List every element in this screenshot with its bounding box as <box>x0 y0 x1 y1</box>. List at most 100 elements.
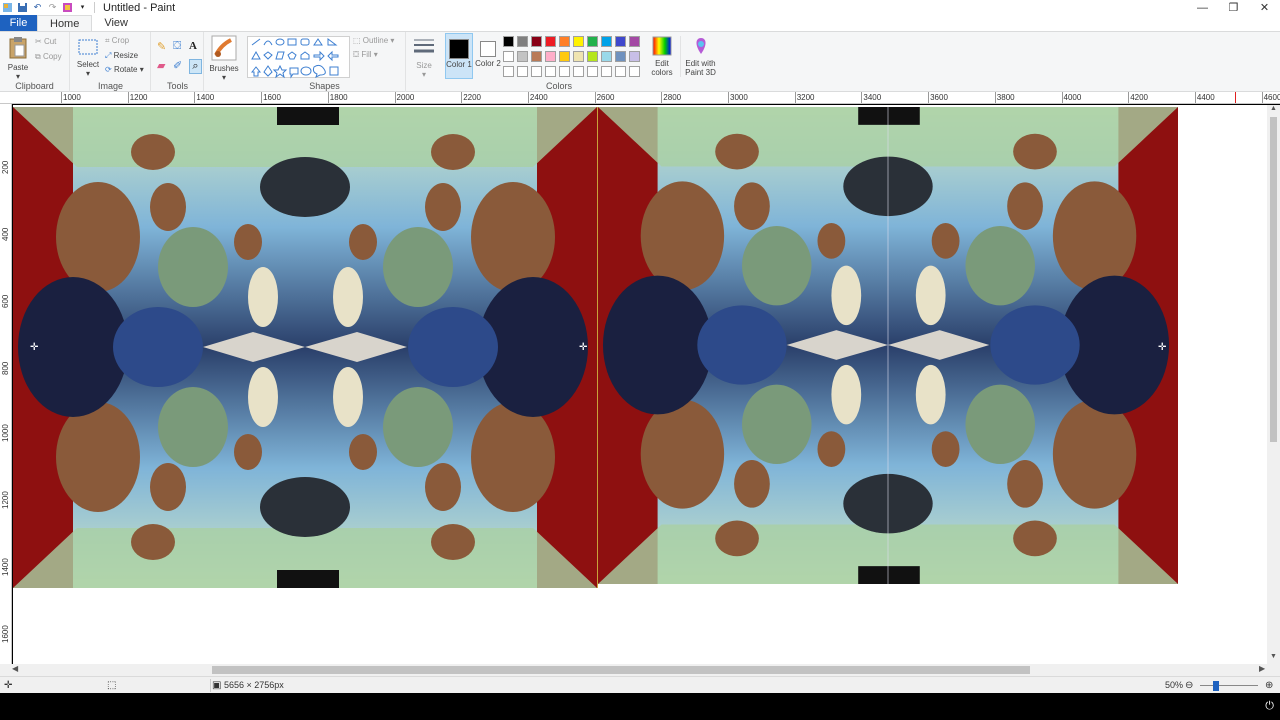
save-icon[interactable] <box>17 2 28 13</box>
palette-swatch[interactable] <box>531 36 542 47</box>
rotate-button[interactable]: ⟳ Rotate ▾ <box>105 65 144 74</box>
color1-button[interactable]: Color 1 <box>445 33 473 79</box>
horizontal-scroll-thumb[interactable] <box>212 666 1030 674</box>
eraser-icon[interactable]: ▰ <box>157 59 171 74</box>
palette-swatch[interactable] <box>587 36 598 47</box>
text-icon[interactable]: A <box>189 40 203 53</box>
edit-colors-button[interactable]: Edit colors <box>650 36 674 77</box>
ruler-tick-label: 1400 <box>1 558 10 576</box>
size-button[interactable]: Size ▾ <box>407 36 441 80</box>
paste-button[interactable]: Paste ▾ <box>4 36 32 81</box>
palette-swatch[interactable] <box>587 51 598 62</box>
scroll-left-icon[interactable]: ◀ <box>12 664 18 673</box>
resize-handle-left[interactable]: ✛ <box>30 342 38 353</box>
palette-swatch[interactable] <box>629 66 640 77</box>
palette-swatch[interactable] <box>517 66 528 77</box>
ruler-tick <box>928 92 930 103</box>
palette-swatch[interactable] <box>517 51 528 62</box>
color-wheel-icon <box>652 36 672 56</box>
cut-button[interactable]: ✂ Cut <box>35 37 56 46</box>
paste-dropdown-icon[interactable]: ▾ <box>4 72 32 81</box>
resize-button[interactable]: ⤢ Resize <box>105 51 138 61</box>
resize-handle-mid[interactable]: ✛ <box>579 342 587 353</box>
palette-swatch[interactable] <box>629 51 640 62</box>
resize-handle-right[interactable]: ✛ <box>1158 342 1166 353</box>
palette-swatch[interactable] <box>587 66 598 77</box>
copy-button[interactable]: ⧉ Copy <box>35 52 62 62</box>
palette-swatch[interactable] <box>573 66 584 77</box>
brushes-dropdown-icon[interactable]: ▾ <box>205 73 243 82</box>
palette-swatch[interactable] <box>615 36 626 47</box>
canvas-workspace[interactable]: ✛ ✛ ✛ <box>13 105 1267 664</box>
crop-button[interactable]: ⌗ Crop <box>105 36 129 46</box>
edit-colors-label: Edit colors <box>651 59 673 77</box>
minimize-button[interactable]: — <box>1187 0 1218 15</box>
ruler-tick-label: 3200 <box>796 93 815 102</box>
horizontal-scrollbar[interactable]: ◀ ▶ <box>0 664 1280 676</box>
pencil-icon[interactable]: ✎ <box>157 40 171 53</box>
properties-icon[interactable] <box>62 2 73 13</box>
zoom-in-button[interactable]: ⊕ <box>1265 680 1273 691</box>
scroll-down-icon[interactable]: ▼ <box>1267 653 1280 664</box>
color-picker-icon[interactable]: ✐ <box>173 59 187 74</box>
close-button[interactable]: ✕ <box>1249 0 1280 15</box>
vertical-scrollbar[interactable]: ▲ ▼ <box>1267 105 1280 664</box>
palette-swatch[interactable] <box>615 66 626 77</box>
select-label: Select <box>76 60 100 69</box>
palette-swatch[interactable] <box>573 36 584 47</box>
tab-home[interactable]: Home <box>37 15 93 31</box>
redo-icon[interactable]: ↷ <box>47 2 58 13</box>
palette-swatch[interactable] <box>573 51 584 62</box>
undo-icon[interactable]: ↶ <box>32 2 43 13</box>
palette-swatch[interactable] <box>601 66 612 77</box>
restore-button[interactable]: ❐ <box>1218 0 1249 15</box>
zoom-slider-thumb[interactable] <box>1213 681 1219 691</box>
paint3d-button[interactable]: Edit with Paint 3D <box>680 36 720 77</box>
shapes-gallery[interactable] <box>247 36 350 79</box>
select-rectangle-icon <box>78 39 98 55</box>
scroll-right-icon[interactable]: ▶ <box>1259 664 1265 673</box>
palette-swatch[interactable] <box>545 51 556 62</box>
tab-file[interactable]: File <box>0 15 37 31</box>
palette-swatch[interactable] <box>503 36 514 47</box>
color2-button[interactable]: Color 2 <box>475 33 501 79</box>
palette-swatch[interactable] <box>559 66 570 77</box>
ruler-tick-label: 1000 <box>1 424 10 442</box>
outline-button[interactable]: ⬚ Outline ▾ <box>353 36 394 45</box>
ruler-tick-label: 1000 <box>63 93 81 102</box>
brushes-button[interactable]: Brushes ▾ <box>205 35 243 82</box>
palette-swatch[interactable] <box>503 51 514 62</box>
size-dropdown-icon[interactable]: ▾ <box>407 70 441 79</box>
ruler-tick-label: 400 <box>1 227 10 241</box>
ribbon-tabs: File Home View <box>0 15 1280 31</box>
select-button[interactable]: Select ▾ <box>75 37 101 78</box>
palette-swatch[interactable] <box>559 51 570 62</box>
palette-swatch[interactable] <box>531 66 542 77</box>
palette-swatch[interactable] <box>531 51 542 62</box>
ruler-cursor-marker <box>1235 92 1236 103</box>
palette-swatch[interactable] <box>545 66 556 77</box>
palette-swatch[interactable] <box>601 51 612 62</box>
tab-view[interactable]: View <box>92 15 140 31</box>
system-tray-icon[interactable]: ⏻ <box>1265 700 1274 713</box>
palette-swatch[interactable] <box>629 36 640 47</box>
customize-toolbar-icon[interactable]: ▾ <box>77 2 88 13</box>
fill-button[interactable]: ⛋ Fill ▾ <box>353 50 378 60</box>
zoom-out-button[interactable]: ⊖ <box>1185 680 1193 691</box>
clipboard-group-label: Clipboard <box>15 81 54 91</box>
palette-swatch[interactable] <box>517 36 528 47</box>
palette-swatch[interactable] <box>615 51 626 62</box>
palette-swatch[interactable] <box>545 36 556 47</box>
select-dropdown-icon[interactable]: ▾ <box>75 69 101 78</box>
vertical-scroll-thumb[interactable] <box>1270 117 1277 442</box>
palette-swatch[interactable] <box>503 66 514 77</box>
image-canvas[interactable]: ✛ ✛ ✛ <box>13 107 1178 588</box>
ruler-tick-label: 600 <box>1 294 10 308</box>
zoom-slider-track[interactable] <box>1200 685 1258 686</box>
magnifier-icon[interactable]: ⌕ <box>189 59 202 74</box>
ruler-tick <box>194 92 196 103</box>
palette-swatch[interactable] <box>601 36 612 47</box>
fill-bucket-icon[interactable]: ⛋ <box>173 40 187 53</box>
palette-swatch[interactable] <box>559 36 570 47</box>
scroll-up-icon[interactable]: ▲ <box>1267 105 1280 116</box>
